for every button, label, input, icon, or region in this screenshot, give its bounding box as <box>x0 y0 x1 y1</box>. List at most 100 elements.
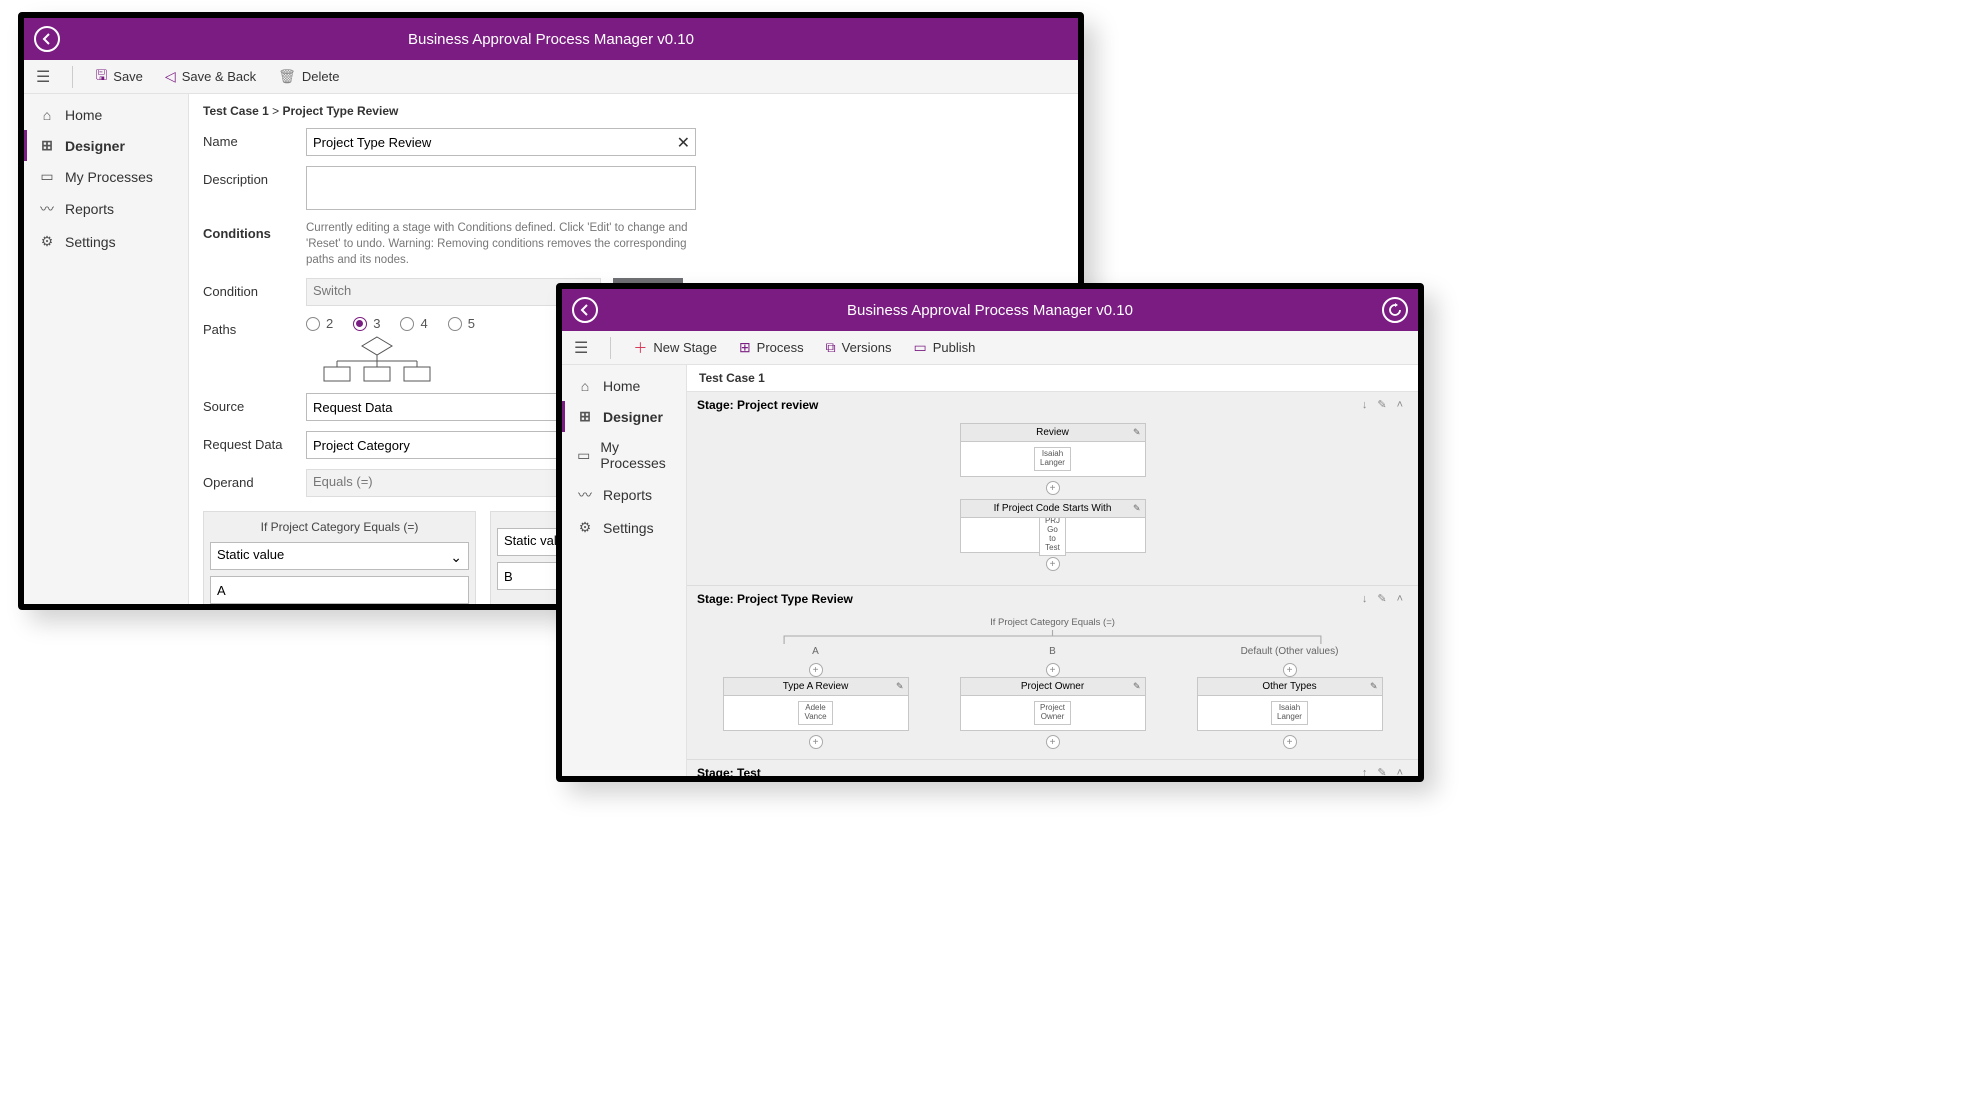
sidebar-icon: ⌂ <box>39 107 55 123</box>
stage-card[interactable]: Other Types✎IsaiahLanger <box>1197 677 1383 731</box>
card-header: If Project Code Starts With ✎ <box>961 500 1145 518</box>
paths-option-2[interactable]: 2 <box>306 316 333 331</box>
conditions-hint: Currently editing a stage with Condition… <box>306 220 696 268</box>
add-node-button[interactable]: + <box>1046 663 1060 677</box>
branch-columns: A+Type A Review✎AdeleVance+B+Project Own… <box>697 644 1408 749</box>
save-back-button[interactable]: ◁ Save & Back <box>161 66 260 87</box>
stage-card[interactable]: If Project Code Starts With ✎ PRJGotoTest <box>960 499 1146 553</box>
sidebar-item-reports[interactable]: 〰Reports <box>24 192 188 226</box>
cond-type-select[interactable]: Static value⌄ <box>210 542 469 570</box>
hamburger-icon[interactable]: ☰ <box>570 336 592 360</box>
breadcrumb-root[interactable]: Test Case 1 <box>203 104 269 118</box>
card-title: If Project Code Starts With <box>994 503 1112 514</box>
sidebar-icon: ⊞ <box>39 137 55 154</box>
edit-stage-icon[interactable]: ✎ <box>1372 396 1391 413</box>
save-back-label: Save & Back <box>182 69 256 84</box>
back-circle-icon: ◁ <box>165 68 176 85</box>
delete-label: Delete <box>302 69 340 84</box>
separator <box>72 66 73 88</box>
trash-icon: 🗑 <box>278 68 296 85</box>
branch-head: Default (Other values) <box>1241 644 1339 659</box>
save-button[interactable]: 🖫 Save <box>91 63 147 91</box>
collapse-icon[interactable]: ˄ <box>1392 765 1408 777</box>
collapse-icon[interactable]: ˄ <box>1392 397 1408 413</box>
titlebar: Business Approval Process Manager v0.10 <box>24 18 1078 60</box>
titlebar: Business Approval Process Manager v0.10 <box>562 289 1418 331</box>
source-label: Source <box>203 393 298 414</box>
move-up-icon[interactable]: ↑ <box>1357 765 1373 777</box>
condition-column-0: If Project Category Equals (=)Static val… <box>203 511 476 604</box>
sidebar-label: Settings <box>65 234 116 250</box>
separator <box>610 337 611 359</box>
window-process-designer: Business Approval Process Manager v0.10 … <box>556 283 1424 782</box>
edit-stage-icon[interactable]: ✎ <box>1372 764 1391 776</box>
card-header: Project Owner✎ <box>961 678 1145 696</box>
edit-icon[interactable]: ✎ <box>1370 681 1378 692</box>
versions-label: Versions <box>842 340 892 355</box>
versions-button[interactable]: ⧉ Versions <box>822 337 896 358</box>
stage-card[interactable]: Review✎IsaiahLanger <box>960 423 1146 477</box>
operand-label: Operand <box>203 469 298 490</box>
new-stage-button[interactable]: ＋ New Stage <box>629 336 721 360</box>
back-button[interactable] <box>572 297 598 323</box>
sidebar-item-settings[interactable]: ⚙Settings <box>562 512 686 543</box>
sidebar-item-designer[interactable]: ⊞Designer <box>562 401 686 432</box>
add-node-button[interactable]: + <box>1283 663 1297 677</box>
edit-icon[interactable]: ✎ <box>896 681 904 692</box>
sidebar-item-designer[interactable]: ⊞Designer <box>24 130 188 161</box>
radio-label: 3 <box>373 316 380 331</box>
collapse-icon[interactable]: ˄ <box>1392 591 1408 607</box>
add-node-button[interactable]: + <box>1046 557 1060 571</box>
breadcrumb: Test Case 1 > Project Type Review <box>203 102 1064 128</box>
publish-button[interactable]: ▭ Publish <box>910 337 980 358</box>
sidebar-item-settings[interactable]: ⚙Settings <box>24 226 188 257</box>
edit-icon[interactable]: ✎ <box>1133 681 1141 692</box>
paths-option-5[interactable]: 5 <box>448 316 475 331</box>
breadcrumb[interactable]: Test Case 1 <box>687 365 1418 392</box>
add-node-button[interactable]: + <box>1046 735 1060 749</box>
card-body: PRJGotoTest <box>961 518 1145 552</box>
move-down-icon[interactable]: ↓ <box>1357 591 1373 607</box>
move-down-icon[interactable]: ↓ <box>1357 397 1373 413</box>
card-chip: ProjectOwner <box>1034 701 1071 725</box>
radio-label: 2 <box>326 316 333 331</box>
stage: Stage: Test↑✎˄Final Review✎Isaiah+ <box>687 760 1418 776</box>
sidebar-item-my-processes[interactable]: ▭My Processes <box>562 432 686 478</box>
stage-title: Stage: Project Type Review <box>697 592 853 606</box>
delete-button[interactable]: 🗑 Delete <box>274 66 343 87</box>
refresh-button[interactable] <box>1382 297 1408 323</box>
edit-icon[interactable]: ✎ <box>1133 427 1141 438</box>
paths-option-3[interactable]: 3 <box>353 316 380 331</box>
description-label: Description <box>203 166 298 187</box>
name-input[interactable] <box>306 128 696 156</box>
stage-card[interactable]: Type A Review ✎ AdeleVance <box>723 677 909 731</box>
designer-canvas: Test Case 1 Stage: Project review↓✎˄Revi… <box>687 365 1418 776</box>
sidebar-item-home[interactable]: ⌂Home <box>24 100 188 130</box>
sidebar-icon: 〰 <box>577 485 593 505</box>
add-node-button[interactable]: + <box>1046 481 1060 495</box>
radio-icon <box>400 317 414 331</box>
stage-card[interactable]: Project Owner✎ ProjectOwner <box>960 677 1146 731</box>
clear-name-icon[interactable]: ✕ <box>677 133 690 153</box>
sidebar-item-reports[interactable]: 〰Reports <box>562 478 686 512</box>
card-body: AdeleVance <box>724 696 908 730</box>
process-button[interactable]: ⊞ Process <box>735 337 808 358</box>
grid-icon: ⊞ <box>739 339 751 356</box>
back-button[interactable] <box>34 26 60 52</box>
edit-stage-icon[interactable]: ✎ <box>1372 590 1391 607</box>
sidebar-icon: 〰 <box>39 199 55 219</box>
paths-option-4[interactable]: 4 <box>400 316 427 331</box>
breadcrumb-leaf: Project Type Review <box>283 104 399 118</box>
description-input[interactable] <box>306 166 696 210</box>
sidebar-icon: ⌂ <box>577 378 593 394</box>
edit-icon[interactable]: ✎ <box>1133 503 1141 514</box>
sidebar-item-home[interactable]: ⌂Home <box>562 371 686 401</box>
radio-label: 5 <box>468 316 475 331</box>
add-node-button[interactable]: + <box>809 735 823 749</box>
add-node-button[interactable]: + <box>809 663 823 677</box>
sidebar-item-my-processes[interactable]: ▭My Processes <box>24 161 188 192</box>
add-node-button[interactable]: + <box>1283 735 1297 749</box>
cond-value-input[interactable] <box>210 576 469 604</box>
hamburger-icon[interactable]: ☰ <box>32 65 54 89</box>
card-title: Type A Review <box>783 681 849 692</box>
